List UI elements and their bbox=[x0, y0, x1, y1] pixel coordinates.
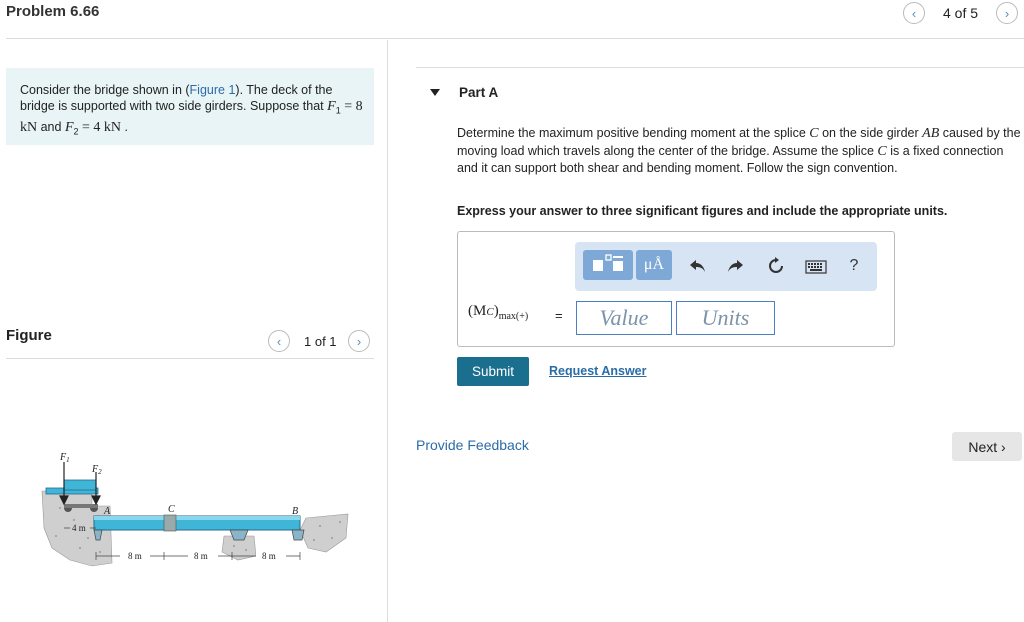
submit-button[interactable]: Submit bbox=[457, 357, 529, 386]
keyboard-icon[interactable] bbox=[804, 256, 828, 278]
collapse-triangle-icon[interactable] bbox=[430, 89, 440, 96]
part-a-divider bbox=[416, 67, 1024, 68]
request-answer-link[interactable]: Request Answer bbox=[549, 364, 646, 378]
units-input[interactable]: Units bbox=[676, 301, 775, 335]
templates-button[interactable] bbox=[583, 250, 633, 280]
figure-link[interactable]: Figure 1 bbox=[190, 83, 236, 97]
header-divider bbox=[6, 38, 1024, 39]
chevron-right-icon: › bbox=[356, 333, 362, 349]
reset-icon[interactable] bbox=[765, 255, 787, 277]
dim-8m-2: 8 m bbox=[194, 551, 208, 561]
answer-variable: (MC)max(+) bbox=[468, 303, 529, 322]
label-c: C bbox=[168, 504, 175, 515]
prev-figure-button[interactable]: ‹ bbox=[268, 330, 290, 352]
chevron-left-icon: ‹ bbox=[911, 5, 917, 21]
part-a-title[interactable]: Part A bbox=[459, 85, 498, 100]
label-a: A bbox=[103, 506, 111, 517]
figure-pager: 1 of 1 bbox=[304, 334, 337, 349]
splice-c bbox=[163, 514, 177, 532]
label-f1: F1 bbox=[59, 452, 70, 464]
next-figure-button[interactable]: › bbox=[348, 330, 370, 352]
chevron-right-icon: › bbox=[1004, 5, 1010, 21]
chevron-left-icon: ‹ bbox=[276, 333, 282, 349]
problem-statement: Consider the bridge shown in (Figure 1).… bbox=[20, 83, 363, 136]
bridge-figure: F1 F2 A C B 4 m 8 m 8 m 8 m bbox=[41, 452, 349, 567]
problem-title: Problem 6.66 bbox=[6, 3, 100, 20]
question-text: Determine the maximum positive bending m… bbox=[457, 126, 1021, 175]
label-b: B bbox=[292, 506, 298, 517]
help-button[interactable]: ? bbox=[843, 255, 865, 277]
figure-heading: Figure bbox=[6, 327, 52, 344]
provide-feedback-link[interactable]: Provide Feedback bbox=[416, 437, 529, 453]
dim-8m-1: 8 m bbox=[128, 551, 142, 561]
equals-sign: = bbox=[555, 308, 563, 323]
next-button[interactable]: Next › bbox=[952, 432, 1022, 461]
figure-divider bbox=[6, 358, 374, 359]
column-divider bbox=[387, 40, 388, 622]
dim-8m-3: 8 m bbox=[262, 551, 276, 561]
label-f2: F2 bbox=[91, 464, 102, 476]
undo-icon[interactable] bbox=[687, 255, 709, 277]
dim-4m: 4 m bbox=[72, 523, 86, 533]
problem-pager: 4 of 5 bbox=[943, 5, 979, 21]
templates-icon bbox=[591, 253, 625, 278]
next-problem-button[interactable]: › bbox=[996, 2, 1018, 24]
answer-instruction: Express your answer to three significant… bbox=[457, 204, 948, 218]
units-button[interactable]: μÅ bbox=[636, 250, 672, 280]
value-input[interactable]: Value bbox=[576, 301, 672, 335]
prev-problem-button[interactable]: ‹ bbox=[903, 2, 925, 24]
right-abutment bbox=[299, 513, 349, 553]
redo-icon[interactable] bbox=[724, 255, 746, 277]
